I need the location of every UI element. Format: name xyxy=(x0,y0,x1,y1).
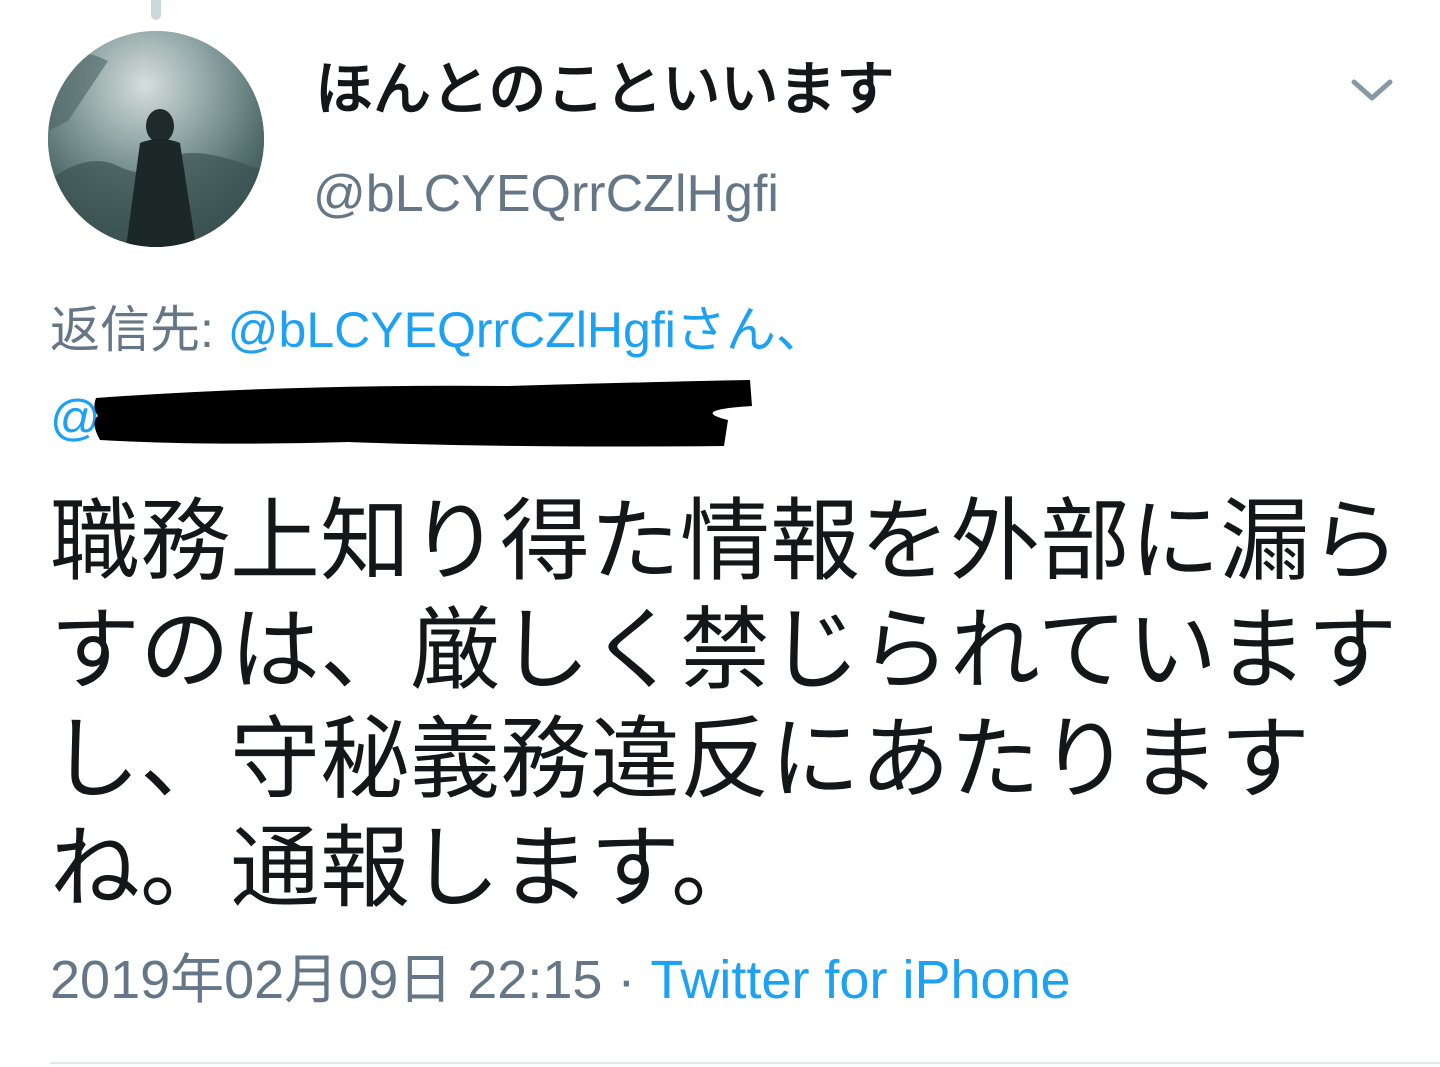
meta-separator: · xyxy=(602,950,651,1010)
reply-prefix: 返信先: xyxy=(50,302,228,358)
thread-connector-line xyxy=(151,0,161,20)
author-avatar[interactable] xyxy=(48,31,264,247)
tweet-line: ね。通報します。 xyxy=(50,816,761,921)
tweet-source-link[interactable]: Twitter for iPhone xyxy=(650,950,1070,1010)
tweet-line: すのは、厳しく禁じられています xyxy=(50,598,1398,703)
tweet-line: 職務上知り得た情報を外部に漏ら xyxy=(50,489,1400,594)
redaction-mark xyxy=(94,380,752,447)
tweet-timestamp[interactable]: 2019年02月09日 22:15 xyxy=(50,950,602,1010)
author-handle[interactable]: @bLCYEQrrCZlHgfi xyxy=(313,163,779,225)
reply-to-line: 返信先: @bLCYEQrrCZlHgfiさん、 xyxy=(50,300,826,360)
tweet-body: 職務上知り得た情報を外部に漏ら すのは、厳しく禁じられています し、守秘義務違反… xyxy=(50,487,1400,923)
chevron-down-icon[interactable] xyxy=(1347,70,1397,110)
reply-mention-link[interactable]: @bLCYEQrrCZlHgfiさん、 xyxy=(228,302,826,358)
author-display-name[interactable]: ほんとのこといいます xyxy=(315,55,894,125)
divider xyxy=(50,1062,1440,1064)
tweet-line: し、守秘義務違反にあたります xyxy=(50,707,1310,812)
avatar-silhouette-image xyxy=(48,31,264,247)
tweet-meta: 2019年02月09日 22:15 · Twitter for iPhone xyxy=(50,948,1071,1013)
